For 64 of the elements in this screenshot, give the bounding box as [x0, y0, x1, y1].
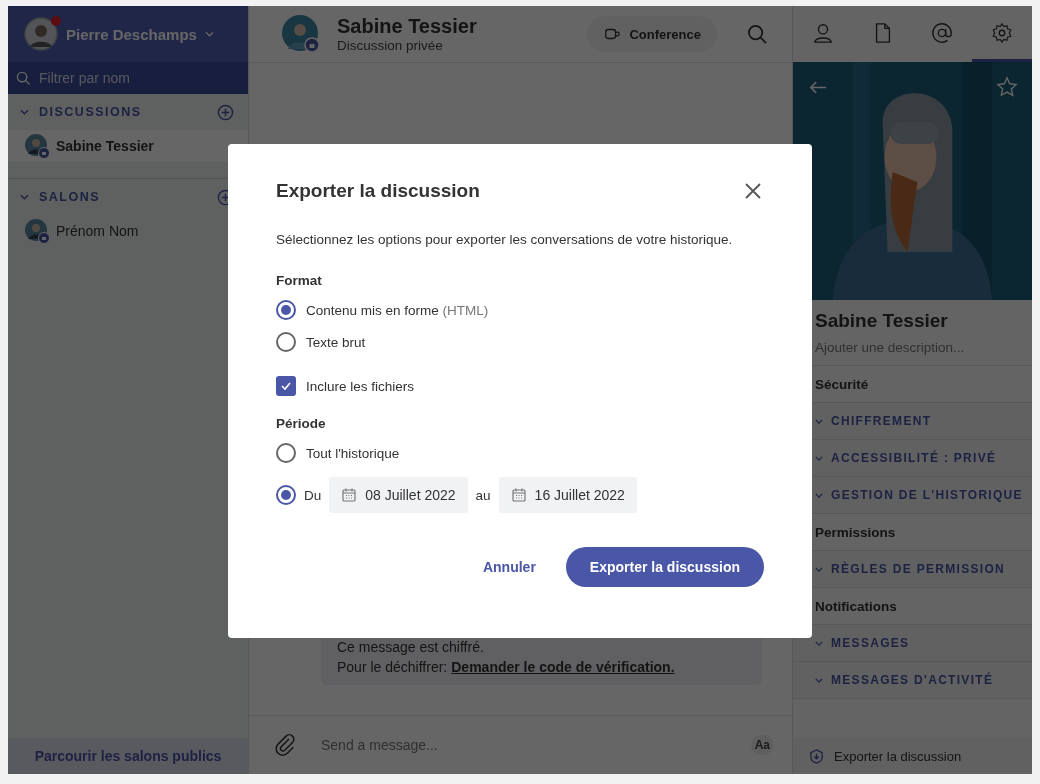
search-icon	[16, 70, 31, 86]
star-icon[interactable]	[996, 76, 1018, 98]
user-menu[interactable]: Pierre Deschamps	[8, 6, 248, 62]
section-title: Sécurité	[815, 376, 869, 392]
chevron-down-icon	[815, 418, 823, 424]
option-label: au	[475, 487, 491, 503]
search-icon[interactable]	[747, 23, 768, 45]
dialog-description: Sélectionnez les options pour exporter les conversations de votre historique.	[276, 232, 734, 247]
chevron-down-icon	[815, 640, 823, 646]
calendar-icon	[341, 487, 358, 503]
chevron-down-icon	[815, 677, 823, 683]
cancel-button[interactable]: Annuler	[476, 547, 542, 587]
avatar-icon	[24, 17, 58, 51]
dialog-title: Exporter la discussion	[276, 180, 480, 202]
date-field[interactable]: 08 Juillet 2022	[329, 477, 468, 513]
section-title: Permissions	[815, 524, 896, 540]
period-label: Période	[276, 416, 327, 431]
avatar-icon	[24, 218, 50, 244]
radio-button[interactable]	[276, 332, 296, 352]
paperclip-icon[interactable]	[273, 733, 297, 757]
radio-button[interactable]	[276, 300, 296, 320]
browse-rooms-link[interactable]: Parcourir les salons publics	[8, 738, 248, 774]
conference-button[interactable]: Conference	[587, 16, 717, 52]
user-name: Pierre Deschamps	[66, 25, 197, 43]
date-field[interactable]: 16 Juillet 2022	[498, 477, 637, 513]
message-text: Pour le déchiffrer:	[337, 659, 448, 675]
chevron-down-icon	[204, 31, 214, 37]
checkbox[interactable]	[276, 376, 296, 396]
avatar-icon	[281, 14, 321, 54]
at-sign-icon	[931, 21, 954, 44]
chat-title: Sabine Tessier	[337, 15, 478, 38]
option-label: Contenu mis en forme (HTML)	[306, 302, 489, 318]
profile-name: Sabine Tessier	[815, 310, 949, 332]
section-title: SALONS	[39, 190, 102, 204]
conversation-item[interactable]: Sabine Tessier	[8, 130, 248, 162]
verification-link[interactable]: Demander le code de vérification.	[451, 659, 675, 675]
chevron-down-icon[interactable]	[20, 194, 29, 200]
chevron-down-icon[interactable]	[20, 109, 29, 115]
conversation-item[interactable]: Prénom Nom	[8, 215, 248, 247]
close-icon[interactable]	[744, 182, 762, 200]
section-title: Notifications	[815, 598, 897, 614]
chat-subtitle: Discussion privée	[337, 38, 444, 53]
option-label: Texte brut	[306, 334, 366, 350]
option-label: Du	[304, 487, 322, 503]
option-label: Inclure les fichiers	[306, 378, 415, 394]
format-label: Format	[276, 273, 323, 288]
settings-icon	[991, 21, 1014, 44]
person-icon	[811, 21, 834, 44]
section-title: DISCUSSIONS	[39, 105, 143, 119]
message-text: Ce message est chiffré.	[337, 639, 485, 655]
export-link[interactable]: Exporter la discussion	[834, 748, 962, 764]
format-button[interactable]: Aa	[750, 735, 774, 755]
avatar-icon	[24, 133, 50, 159]
checkmark-icon	[280, 380, 292, 392]
back-arrow-icon[interactable]	[809, 80, 827, 95]
export-button[interactable]: Exporter la discussion	[565, 547, 764, 587]
chevron-down-icon	[815, 492, 823, 498]
download-icon	[809, 748, 824, 764]
radio-button[interactable]	[276, 485, 296, 505]
chevron-down-icon	[815, 566, 823, 572]
option-label: Tout l'historique	[306, 445, 400, 461]
calendar-icon	[510, 487, 527, 503]
radio-button[interactable]	[276, 443, 296, 463]
chevron-down-icon	[815, 455, 823, 461]
